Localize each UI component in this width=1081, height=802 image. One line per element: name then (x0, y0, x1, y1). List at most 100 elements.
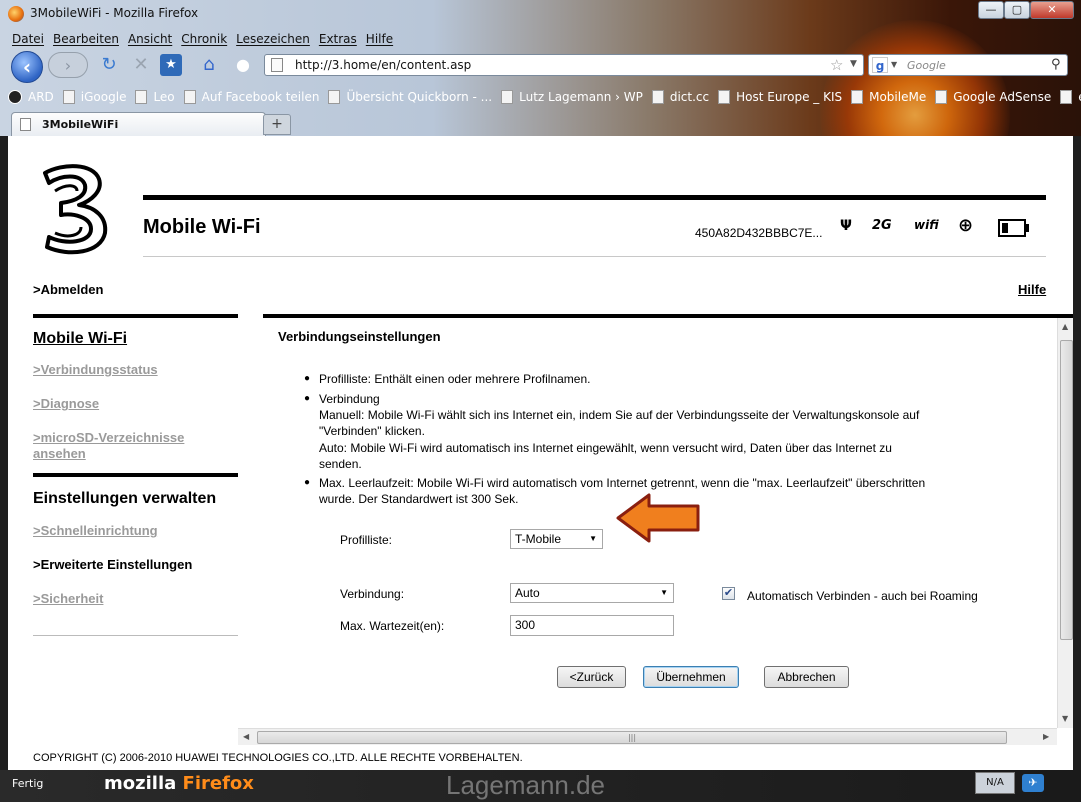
chevron-down-icon: ▼ (589, 534, 597, 543)
bookmark-item[interactable]: Leo (135, 87, 175, 107)
bookmark-item[interactable]: Auf Facebook teilen (183, 87, 319, 107)
page-icon (135, 90, 148, 104)
search-box[interactable]: g ▼ Google ⚲ (868, 54, 1068, 76)
menu-bearbeiten[interactable]: Bearbeiten (53, 32, 119, 48)
scroll-thumb[interactable]: ||| (257, 731, 1007, 744)
search-engine-dropdown-icon[interactable]: ▼ (891, 60, 897, 69)
bookmark-item[interactable]: eBay (1060, 87, 1081, 107)
tab-3mobilewifi[interactable]: 3MobileWiFi (11, 112, 266, 136)
minimize-button[interactable]: — (978, 1, 1004, 19)
scroll-down-icon[interactable]: ▼ (1062, 714, 1068, 723)
page-icon (718, 90, 731, 104)
status-indicator[interactable]: N/A (975, 772, 1015, 794)
cancel-button[interactable]: Abbrechen (764, 666, 849, 688)
menu-chronik[interactable]: Chronik (181, 32, 227, 48)
sidebar-section-einstellungen[interactable]: Einstellungen verwalten (33, 490, 216, 508)
new-tab-button[interactable]: + (263, 114, 291, 135)
sidebar-rule (33, 314, 238, 318)
logout-link[interactable]: >Abmelden (33, 282, 103, 297)
menu-lesezeichen[interactable]: Lesezeichen (236, 32, 310, 48)
wait-label: Max. Wartezeit(en): (340, 619, 445, 633)
menu-datei[interactable]: Datei (12, 32, 44, 48)
sidebar-item-schnelleinrichtung[interactable]: >Schnelleinrichtung (33, 523, 233, 539)
navigation-toolbar: ‹ › ↻ ✕ ★ ⌂ ● http://3.home/en/content.a… (8, 50, 1073, 83)
bookmark-item[interactable]: Host Europe _ KIS (718, 87, 842, 107)
close-button[interactable]: ✕ (1030, 1, 1074, 19)
network-type-label: 2G (872, 218, 892, 233)
bookmark-item[interactable]: MobileMe (851, 87, 926, 107)
header-divider (143, 256, 1046, 257)
bookmark-item[interactable]: Google AdSense (935, 87, 1051, 107)
page-icon (62, 90, 75, 104)
copyright-text: COPYRIGHT (C) 2006-2010 HUAWEI TECHNOLOG… (33, 752, 523, 764)
bookmark-item[interactable]: ARD (8, 87, 54, 107)
window-title: 3MobileWiFi - Mozilla Firefox (30, 6, 199, 20)
roaming-checkbox[interactable]: ✔ (722, 587, 735, 600)
reload-icon[interactable]: ↻ (96, 52, 122, 78)
bullet-text: senden. (319, 457, 362, 471)
forward-button[interactable]: › (48, 52, 88, 78)
menu-hilfe[interactable]: Hilfe (366, 32, 393, 48)
sync-icon[interactable]: ✈ (1022, 774, 1044, 792)
sidebar-item-microsd[interactable]: >microSD-Verzeichnisse ansehen (33, 430, 233, 462)
url-dropdown-icon[interactable]: ▼ (850, 59, 857, 69)
status-bar: Fertig mozilla Firefox Lagemann.de N/A ✈ (0, 770, 1081, 802)
sidebar-item-erweiterte-einstellungen[interactable]: >Erweiterte Einstellungen (33, 557, 233, 573)
bookmark-icon (8, 90, 22, 104)
search-icon[interactable]: ⚲ (1051, 57, 1061, 72)
settings-panel: Verbindungseinstellungen ● Profilliste: … (263, 318, 1057, 728)
firefox-logo: mozilla Firefox (104, 773, 254, 794)
home-icon[interactable]: ⌂ (196, 52, 222, 78)
bookmark-item[interactable]: iGoogle (62, 87, 126, 107)
sidebar-section-mobile-wifi[interactable]: Mobile Wi-Fi (33, 330, 127, 348)
page-viewport: Mobile Wi-Fi 450A82D432BBBC7E... Ψ 2G wi… (8, 136, 1073, 770)
watermark: Lagemann.de (446, 770, 606, 800)
wait-time-input[interactable]: 300 (510, 615, 674, 636)
maximize-button[interactable]: ▢ (1004, 1, 1030, 19)
title-bar: 3MobileWiFi - Mozilla Firefox — ▢ ✕ (0, 0, 1081, 28)
page-icon (651, 90, 664, 104)
back-button[interactable]: <Zurück (557, 666, 626, 688)
page-icon (183, 90, 196, 104)
help-link[interactable]: Hilfe (1018, 282, 1046, 297)
bookmark-icon[interactable]: ★ (160, 54, 182, 76)
back-button[interactable]: ‹ (11, 51, 43, 83)
scroll-right-icon[interactable]: ▶ (1043, 732, 1049, 741)
chevron-down-icon: ▼ (660, 588, 668, 597)
connection-select[interactable]: Auto ▼ (510, 583, 674, 603)
profile-select[interactable]: T-Mobile ▼ (510, 529, 603, 549)
page-icon (935, 90, 948, 104)
sidebar-item-sicherheit[interactable]: >Sicherheit (33, 591, 233, 607)
bookmark-item[interactable]: Übersicht Quickborn - ... (328, 87, 492, 107)
page-title: Mobile Wi-Fi (143, 216, 261, 238)
apply-button[interactable]: Übernehmen (643, 666, 739, 688)
chat-bubble-icon[interactable]: ● (230, 52, 256, 78)
scroll-up-icon[interactable]: ▲ (1062, 322, 1068, 331)
search-input[interactable]: Google (907, 59, 946, 72)
sidebar-item-diagnose[interactable]: >Diagnose (33, 396, 233, 412)
scroll-thumb[interactable] (1060, 340, 1073, 640)
bullet-profilliste: Profilliste: Enthält einen oder mehrere … (319, 372, 591, 386)
menu-extras[interactable]: Extras (319, 32, 357, 48)
bullet-text: wurde. Der Standardwert ist 300 Sek. (319, 492, 519, 506)
scroll-left-icon[interactable]: ◀ (243, 732, 249, 741)
url-bar[interactable]: http://3.home/en/content.asp ☆ ▼ (264, 54, 864, 76)
globe-icon: ⊕ (958, 215, 974, 236)
apple-icon (851, 90, 864, 104)
wifi-icon: wifi (914, 218, 939, 232)
url-text[interactable]: http://3.home/en/content.asp (295, 58, 471, 72)
stop-icon[interactable]: ✕ (128, 52, 154, 78)
bookmark-item[interactable]: Lutz Lagemann › WP (501, 87, 643, 107)
bookmark-item[interactable]: dict.cc (651, 87, 709, 107)
sidebar-divider (33, 635, 238, 636)
sidebar-item-verbindungsstatus[interactable]: >Verbindungsstatus (33, 362, 233, 378)
pointer-arrow-icon (616, 493, 700, 543)
star-icon[interactable]: ☆ (830, 56, 843, 74)
menu-ansicht[interactable]: Ansicht (128, 32, 172, 48)
bullet-leerlaufzeit: Max. Leerlaufzeit: Mobile Wi-Fi wird aut… (319, 476, 926, 490)
bullet-verbindung: Verbindung (319, 392, 380, 406)
vertical-scrollbar[interactable]: ▲ ▼ (1057, 318, 1073, 728)
horizontal-scrollbar[interactable]: ◀ ||| ▶ (238, 728, 1057, 745)
google-icon[interactable]: g (872, 57, 888, 73)
three-logo (43, 164, 108, 255)
